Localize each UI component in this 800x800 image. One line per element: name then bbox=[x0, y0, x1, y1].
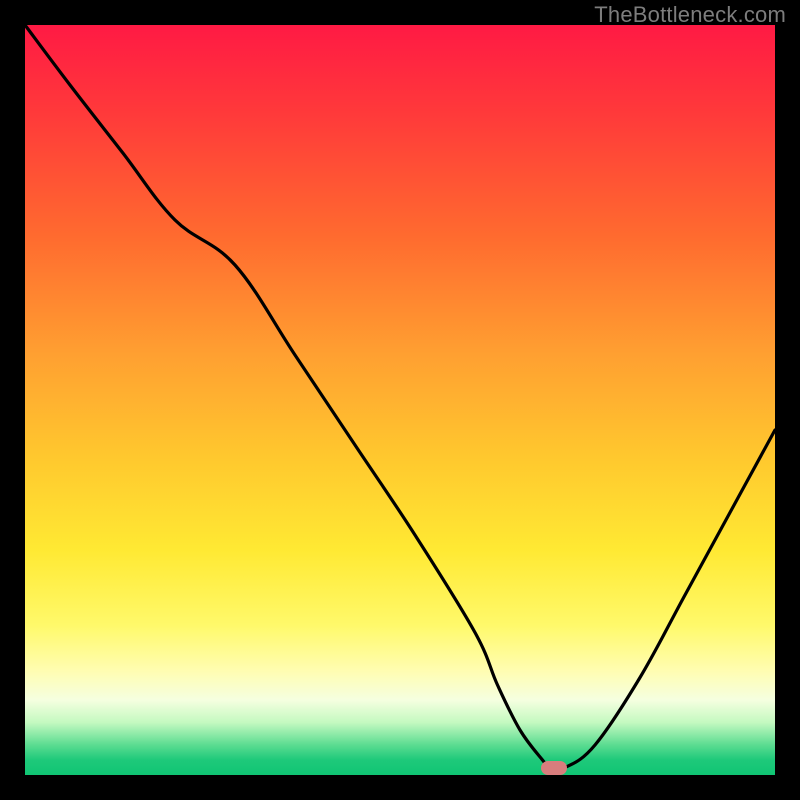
bottleneck-curve-path bbox=[25, 25, 775, 770]
chart-frame: TheBottleneck.com bbox=[0, 0, 800, 800]
curve-svg bbox=[25, 25, 775, 775]
optimum-marker bbox=[541, 761, 567, 775]
plot-area bbox=[25, 25, 775, 775]
